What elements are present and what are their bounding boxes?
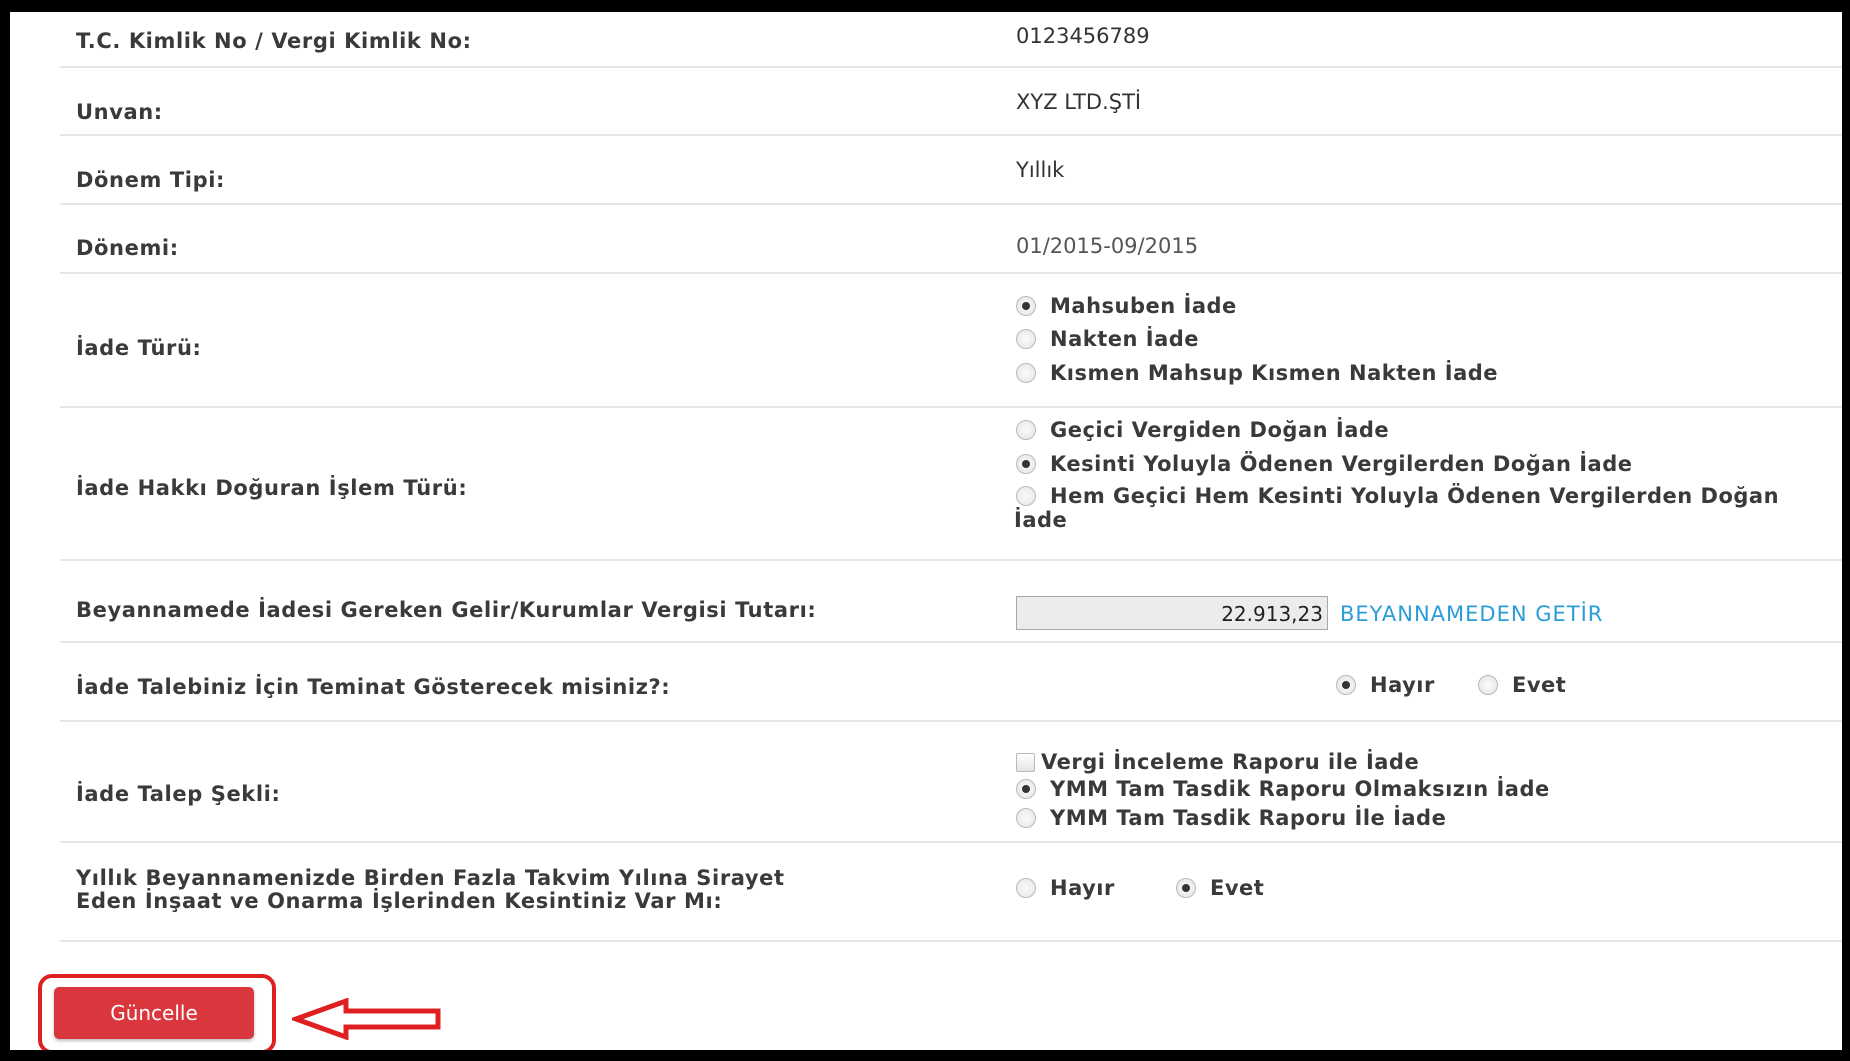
option-label: Kısmen Mahsup Kısmen Nakten İade: [1050, 361, 1499, 385]
teminat-option-evet[interactable]: Evet: [1478, 673, 1566, 697]
islem-turu-option-hem[interactable]: Hem Geçici Hem Kesinti Yoluyla Ödenen Ve…: [1016, 484, 1779, 508]
insaat-option-evet[interactable]: Evet: [1176, 876, 1264, 900]
talep-sekli-checkbox-vergi-inceleme[interactable]: Vergi İnceleme Raporu ile İade: [1016, 750, 1419, 774]
iade-turu-option-kismen[interactable]: Kısmen Mahsup Kısmen Nakten İade: [1016, 361, 1498, 385]
teminat-option-hayir[interactable]: Hayır: [1336, 673, 1435, 697]
row-tutar: Beyannamede İadesi Gereken Gelir/Kurumla…: [60, 561, 1842, 643]
teminat-label: İade Talebiniz İçin Teminat Gösterecek m…: [76, 675, 671, 699]
tutar-input[interactable]: 22.913,23: [1016, 596, 1328, 630]
radio-button[interactable]: [1016, 363, 1036, 383]
option-label: Hayır: [1050, 876, 1115, 900]
row-donem-tipi: Dönem Tipi: Yıllık: [60, 136, 1842, 205]
tc-kimlik-value: 0123456789: [1016, 24, 1150, 48]
row-tc-kimlik: T.C. Kimlik No / Vergi Kimlik No: 012345…: [60, 12, 1842, 68]
islem-turu-label: İade Hakkı Doğuran İşlem Türü:: [76, 476, 468, 500]
option-label: Evet: [1210, 876, 1265, 900]
donem-tipi-value: Yıllık: [1016, 158, 1065, 182]
insaat-label-line1: Yıllık Beyannamenizde Birden Fazla Takvi…: [76, 866, 785, 890]
option-label: Nakten İade: [1050, 327, 1200, 351]
radio-button-checked[interactable]: [1336, 675, 1356, 695]
radio-button-checked[interactable]: [1016, 779, 1036, 799]
option-label: Kesinti Yoluyla Ödenen Vergilerden Doğan…: [1050, 452, 1633, 476]
insaat-label-line2: Eden İnşaat ve Onarma İşlerinden Kesinti…: [76, 889, 723, 913]
row-donemi: Dönemi: 01/2015-09/2015: [60, 205, 1842, 274]
donemi-label: Dönemi:: [76, 236, 179, 260]
islem-turu-option-hem-wrap: İade: [1014, 508, 1068, 532]
talep-sekli-option-olmaksizin[interactable]: YMM Tam Tasdik Raporu Olmaksızın İade: [1016, 777, 1550, 801]
option-label: Vergi İnceleme Raporu ile İade: [1041, 750, 1420, 774]
checkbox[interactable]: [1016, 752, 1035, 772]
row-iade-turu: İade Türü: Mahsuben İade Nakten İade Kıs…: [60, 274, 1842, 408]
radio-button-checked[interactable]: [1016, 454, 1036, 474]
row-talep-sekli: İade Talep Şekli: Vergi İnceleme Raporu …: [60, 722, 1842, 843]
iade-turu-label: İade Türü:: [76, 336, 202, 360]
beyannameden-getir-link[interactable]: BEYANNAMEDEN GETİR: [1340, 602, 1603, 626]
tc-kimlik-label: T.C. Kimlik No / Vergi Kimlik No:: [76, 29, 472, 53]
radio-button[interactable]: [1016, 878, 1036, 898]
radio-button[interactable]: [1478, 675, 1498, 695]
option-label: Hayır: [1370, 673, 1435, 697]
radio-button[interactable]: [1016, 420, 1036, 440]
radio-button-checked[interactable]: [1016, 296, 1036, 316]
talep-sekli-option-ile[interactable]: YMM Tam Tasdik Raporu İle İade: [1016, 806, 1446, 830]
row-insaat: Yıllık Beyannamenizde Birden Fazla Takvi…: [60, 843, 1842, 942]
option-label: Mahsuben İade: [1050, 294, 1237, 318]
iade-turu-option-mahsuben[interactable]: Mahsuben İade: [1016, 294, 1237, 318]
row-islem-turu: İade Hakkı Doğuran İşlem Türü: Geçici Ve…: [60, 408, 1842, 561]
option-label: Hem Geçici Hem Kesinti Yoluyla Ödenen Ve…: [1050, 484, 1780, 508]
radio-button[interactable]: [1016, 329, 1036, 349]
islem-turu-option-gecici[interactable]: Geçici Vergiden Doğan İade: [1016, 418, 1389, 442]
islem-turu-option-kesinti[interactable]: Kesinti Yoluyla Ödenen Vergilerden Doğan…: [1016, 452, 1633, 476]
unvan-value: XYZ LTD.ŞTİ: [1016, 90, 1142, 114]
radio-button[interactable]: [1016, 486, 1036, 506]
tutar-label: Beyannamede İadesi Gereken Gelir/Kurumla…: [76, 598, 817, 622]
option-label: YMM Tam Tasdik Raporu Olmaksızın İade: [1050, 777, 1550, 801]
iade-turu-option-nakten[interactable]: Nakten İade: [1016, 327, 1199, 351]
option-label: Geçici Vergiden Doğan İade: [1050, 418, 1390, 442]
arrow-left-icon: [292, 998, 441, 1040]
option-label: Evet: [1512, 673, 1567, 697]
radio-button-checked[interactable]: [1176, 878, 1196, 898]
donem-tipi-label: Dönem Tipi:: [76, 168, 225, 192]
radio-button[interactable]: [1016, 808, 1036, 828]
form-container: T.C. Kimlik No / Vergi Kimlik No: 012345…: [10, 12, 1842, 1050]
insaat-option-hayir[interactable]: Hayır: [1016, 876, 1115, 900]
update-button[interactable]: Güncelle: [54, 987, 254, 1039]
row-unvan: Unvan: XYZ LTD.ŞTİ: [60, 68, 1842, 136]
donemi-value: 01/2015-09/2015: [1016, 234, 1199, 258]
row-teminat: İade Talebiniz İçin Teminat Gösterecek m…: [60, 643, 1842, 722]
option-label: YMM Tam Tasdik Raporu İle İade: [1050, 806, 1447, 830]
talep-sekli-label: İade Talep Şekli:: [76, 782, 281, 806]
unvan-label: Unvan:: [76, 100, 163, 124]
